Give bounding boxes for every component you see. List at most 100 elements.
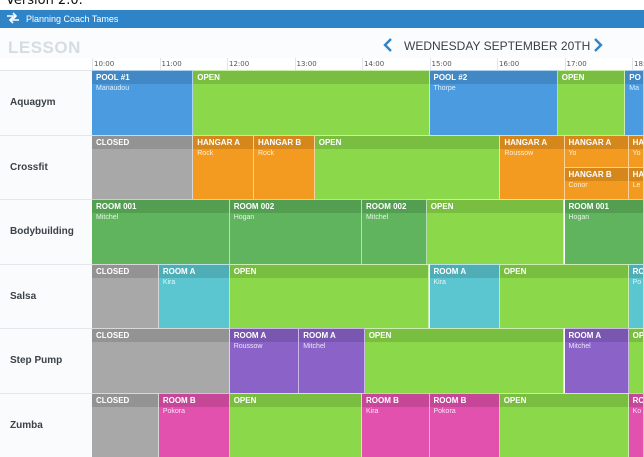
schedule-block[interactable]: POMa	[625, 70, 644, 135]
block-title: ROOM 002	[230, 200, 361, 213]
schedule-block[interactable]: OPEN	[230, 393, 362, 457]
block-title: RO	[629, 265, 643, 278]
arrows-exchange-icon	[6, 12, 20, 24]
block-title: OPEN	[500, 265, 628, 278]
block-title: HANGAR B	[254, 136, 314, 149]
schedule-block[interactable]: ROOM 001Hogan	[565, 199, 644, 264]
block-title: HANGAR B	[565, 168, 628, 181]
schedule-block[interactable]: HANGAR ARock	[193, 135, 254, 200]
block-coach: Mitchel	[569, 343, 591, 350]
block-title: OPEN	[558, 71, 625, 84]
schedule-block[interactable]: HAYo	[629, 135, 644, 167]
block-title: CLOSED	[92, 329, 229, 342]
time-gridline	[632, 58, 633, 70]
schedule-block[interactable]: HALe	[629, 167, 644, 199]
schedule-block[interactable]: HANGAR AYo	[565, 135, 629, 167]
block-coach: Thorpe	[434, 85, 456, 92]
block-title: HA	[629, 136, 643, 149]
time-gridline	[430, 58, 431, 70]
row-label-text: Salsa	[10, 291, 36, 302]
block-coach: Roussow	[234, 343, 263, 350]
schedule-block[interactable]: ROOM AMitchel	[565, 328, 629, 393]
block-title: OPEN	[230, 394, 361, 407]
schedule-block[interactable]: ROOM AMitchel	[299, 328, 364, 393]
schedule-block[interactable]: CLOSED	[92, 135, 193, 200]
schedule-block[interactable]: HANGAR ARoussow	[500, 135, 564, 200]
schedule-block[interactable]: OP	[629, 328, 644, 393]
schedule-block[interactable]: POOL #2Thorpe	[430, 70, 558, 135]
block-title: ROOM B	[362, 394, 429, 407]
row-label-text: Zumba	[10, 420, 43, 431]
schedule-block[interactable]: CLOSED	[92, 393, 159, 457]
schedule-block[interactable]: ROOM AKira	[430, 264, 500, 329]
block-title: OPEN	[427, 200, 564, 213]
schedule-block[interactable]: ROOM 001Mitchel	[92, 199, 230, 264]
block-coach: Conor	[569, 182, 588, 189]
schedule-block[interactable]: CLOSED	[92, 264, 159, 329]
schedule-block[interactable]: OPEN	[193, 70, 429, 135]
schedule-block[interactable]: ROPo	[629, 264, 644, 329]
block-title: ROOM 001	[565, 200, 644, 213]
block-coach: Ma	[629, 85, 639, 92]
version-banner: Version 2.0.	[0, 0, 644, 10]
block-coach: Yo	[569, 150, 577, 157]
time-gridline	[160, 58, 161, 70]
time-gridline	[565, 58, 566, 70]
app-title: Planning Coach Tames	[26, 14, 118, 24]
schedule-block[interactable]: POOL #1Manaudou	[92, 70, 193, 135]
block-coach: Hogan	[234, 214, 255, 221]
row-label-aquagym: Aquagym	[0, 70, 92, 135]
block-title: HA	[629, 168, 643, 181]
block-title: ROOM A	[159, 265, 229, 278]
chevron-left-icon[interactable]	[380, 36, 396, 54]
block-coach: Mitchel	[303, 343, 325, 350]
schedule-block[interactable]: OPEN	[315, 135, 501, 200]
row-label-zumba: Zumba	[0, 393, 92, 457]
block-title: ROOM B	[159, 394, 229, 407]
block-title: CLOSED	[92, 136, 192, 149]
schedule-block[interactable]: HANGAR BRock	[254, 135, 315, 200]
schedule-block[interactable]: OPEN	[500, 393, 629, 457]
schedule-block[interactable]: ROOM BPokora	[159, 393, 230, 457]
time-gridline	[497, 58, 498, 70]
time-tick-label: 11:00	[162, 60, 182, 68]
block-title: OPEN	[500, 394, 628, 407]
time-tick-label: 12:00	[229, 60, 249, 68]
schedule-block[interactable]: CLOSED	[92, 328, 230, 393]
schedule-block[interactable]: OPEN	[558, 70, 626, 135]
block-title: POOL #1	[92, 71, 192, 84]
block-title: CLOSED	[92, 265, 158, 278]
schedule-block[interactable]: OPEN	[500, 264, 629, 329]
time-gridline	[295, 58, 296, 70]
block-coach: Pokora	[434, 408, 456, 415]
time-tick-label: 18:0	[634, 60, 644, 68]
block-coach: Roussow	[504, 150, 533, 157]
block-coach: Kira	[366, 408, 378, 415]
schedule-block[interactable]: ROOM AKira	[159, 264, 230, 329]
schedule-block[interactable]: ROOM BPokora	[430, 393, 500, 457]
block-title: PO	[625, 71, 643, 84]
schedule-block[interactable]: ROKo	[629, 393, 644, 457]
schedule-block[interactable]: ROOM 002Mitchel	[362, 199, 427, 264]
schedule-block[interactable]: OPEN	[230, 264, 430, 329]
schedule-block[interactable]: OPEN	[427, 199, 565, 264]
block-coach: Rock	[197, 150, 213, 157]
block-title: ROOM A	[299, 329, 363, 342]
schedule-block[interactable]: ROOM ARoussow	[230, 328, 300, 393]
chevron-right-icon[interactable]	[590, 36, 606, 54]
block-title: OPEN	[230, 265, 429, 278]
block-title: OPEN	[193, 71, 428, 84]
schedule-block[interactable]: ROOM BKira	[362, 393, 430, 457]
block-title: CLOSED	[92, 394, 158, 407]
block-title: HANGAR A	[565, 136, 628, 149]
block-coach: Po	[633, 279, 642, 286]
block-title: HANGAR A	[193, 136, 253, 149]
schedule-block[interactable]: OPEN	[365, 328, 565, 393]
block-coach: Hogan	[569, 214, 590, 221]
schedule-block[interactable]: HANGAR BConor	[565, 167, 629, 199]
block-title: OPEN	[365, 329, 564, 342]
row-label-bodybuilding: Bodybuilding	[0, 199, 92, 264]
row-label-crossfit: Crossfit	[0, 135, 92, 200]
schedule-block[interactable]: ROOM 002Hogan	[230, 199, 362, 264]
row-label-step-pump: Step Pump	[0, 328, 92, 393]
